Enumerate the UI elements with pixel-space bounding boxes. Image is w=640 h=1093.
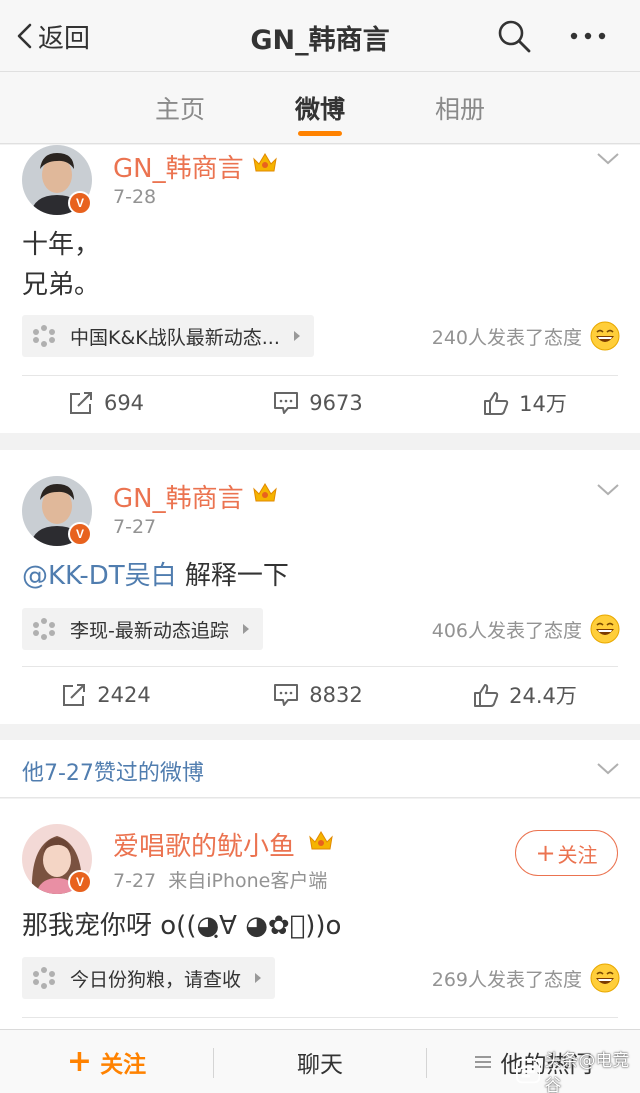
- laugh-emoji-icon: [590, 321, 620, 351]
- repost-count: 694: [103, 391, 145, 415]
- post-source: 来自iPhone客户端: [168, 870, 328, 892]
- topic-label: 中国K&K战队最新动态...: [70, 326, 280, 349]
- liked-section-title: 他7-27赞过的微博: [22, 761, 204, 786]
- post-card: V GN_韩商言 7-27 @KK-DT吴白 解释一下 李现-最新动态追踪 40…: [0, 450, 640, 724]
- laugh-emoji-icon: [590, 963, 620, 993]
- verified-badge: V: [68, 191, 92, 215]
- profile-tabs: 主页 微博 相册: [0, 72, 640, 144]
- topic-label: 李现-最新动态追踪: [70, 619, 229, 642]
- avatar[interactable]: V: [22, 476, 92, 546]
- post-username[interactable]: 爱唱歌的鱿小鱼: [113, 826, 295, 863]
- topic-icon: [33, 618, 55, 640]
- post-text: 那我宠你呀 o((◕ฺ∀ ◕✿ฺ))o: [22, 911, 342, 941]
- search-icon[interactable]: [496, 18, 532, 54]
- post-username[interactable]: GN_韩商言: [113, 478, 244, 515]
- divider: [22, 1017, 618, 1018]
- reactions-summary[interactable]: 406人发表了态度: [432, 614, 620, 644]
- repost-count: 2424: [97, 683, 151, 707]
- watermark: 头条@电竞谷: [516, 1051, 640, 1093]
- topic-icon: [33, 967, 55, 989]
- follow-label: 关注: [557, 842, 598, 867]
- post-date: 7-27: [113, 870, 157, 892]
- thumbs-up-icon: [484, 392, 509, 415]
- more-icon[interactable]: [568, 24, 608, 48]
- comment-icon: [274, 684, 299, 706]
- comment-button[interactable]: 8832: [218, 675, 418, 715]
- bottom-follow-button[interactable]: + 关注: [0, 1030, 213, 1093]
- post-username[interactable]: GN_韩商言: [113, 148, 244, 185]
- plus-icon: +: [66, 1044, 93, 1079]
- like-button[interactable]: 14万: [425, 383, 625, 423]
- topic-card[interactable]: 今日份狗粮，请查收: [22, 957, 276, 999]
- thumbs-up-icon: [474, 684, 499, 707]
- chat-label: 聊天: [297, 1052, 343, 1078]
- tab-album[interactable]: 相册: [400, 90, 520, 126]
- topic-label: 今日份狗粮，请查收: [70, 968, 242, 991]
- mention-link[interactable]: @KK-DT吴白: [22, 561, 177, 591]
- reactions-count: 269人发表了态度: [431, 968, 582, 991]
- divider: [22, 666, 618, 667]
- post-date: 7-28: [113, 186, 157, 208]
- comment-button[interactable]: 9673: [218, 383, 418, 423]
- caret-right-icon: [293, 331, 300, 341]
- avatar[interactable]: V: [22, 145, 92, 215]
- verified-badge: V: [68, 870, 92, 894]
- laugh-emoji-icon: [590, 614, 620, 644]
- liked-section-header[interactable]: 他7-27赞过的微博: [0, 740, 640, 798]
- like-count: 24.4万: [509, 684, 577, 708]
- plus-icon: +: [535, 839, 556, 867]
- tab-home[interactable]: 主页: [120, 90, 240, 126]
- post-text: @KK-DT吴白 解释一下: [22, 556, 289, 596]
- post-date: 7-27: [113, 516, 157, 538]
- comment-count: 9673: [309, 391, 363, 415]
- like-count: 14万: [519, 392, 567, 416]
- chevron-down-icon[interactable]: [596, 483, 620, 497]
- bottom-follow-label: 关注: [100, 1052, 147, 1078]
- follow-button[interactable]: + 关注: [515, 830, 618, 876]
- toutiao-logo-icon: [516, 1058, 541, 1084]
- navigation-bar: 返回 GN_韩商言: [0, 0, 640, 72]
- avatar[interactable]: V: [22, 824, 92, 894]
- reactions-count: 240人发表了态度: [431, 326, 582, 349]
- caret-right-icon: [255, 973, 262, 983]
- topic-icon: [33, 325, 55, 347]
- crown-icon: [253, 153, 277, 172]
- chat-button[interactable]: 聊天: [214, 1030, 426, 1093]
- repost-button[interactable]: 2424: [6, 675, 206, 715]
- like-button[interactable]: 24.4万: [425, 675, 625, 715]
- liked-post-card: V 爱唱歌的鱿小鱼 7-27 来自iPhone客户端 + 关注 那我宠你呀 o(…: [0, 799, 640, 1029]
- caret-right-icon: [242, 624, 249, 634]
- post-text-body: 解释一下: [176, 561, 289, 591]
- crown-icon: [253, 483, 277, 502]
- post-text-line: 兄弟。: [22, 270, 101, 300]
- active-tab-indicator: [298, 131, 342, 136]
- chevron-down-icon[interactable]: [596, 762, 620, 776]
- divider: [22, 375, 618, 376]
- menu-icon: [474, 1056, 491, 1068]
- share-icon: [63, 684, 86, 706]
- topic-card[interactable]: 中国K&K战队最新动态...: [22, 315, 314, 357]
- topic-card[interactable]: 李现-最新动态追踪: [22, 608, 263, 650]
- repost-button[interactable]: 694: [6, 383, 206, 423]
- post-meta: 7-27 来自iPhone客户端: [113, 866, 327, 893]
- reactions-summary[interactable]: 240人发表了态度: [432, 321, 620, 351]
- verified-badge: V: [68, 522, 92, 546]
- page-title: GN_韩商言: [250, 25, 390, 56]
- post-text-line: 十年，: [22, 230, 101, 260]
- reactions-count: 406人发表了态度: [431, 619, 582, 642]
- post-card: V GN_韩商言 7-28 十年， 兄弟。 中国K&K战队最新动态... 240…: [0, 145, 640, 433]
- comment-icon: [274, 392, 299, 414]
- chevron-down-icon[interactable]: [596, 152, 620, 166]
- crown-icon: [309, 831, 333, 850]
- share-icon: [69, 392, 92, 414]
- reactions-summary[interactable]: 269人发表了态度: [432, 963, 620, 993]
- watermark-text: 头条@电竞谷: [544, 1051, 630, 1093]
- tab-weibo[interactable]: 微博: [260, 90, 380, 126]
- comment-count: 8832: [309, 683, 363, 707]
